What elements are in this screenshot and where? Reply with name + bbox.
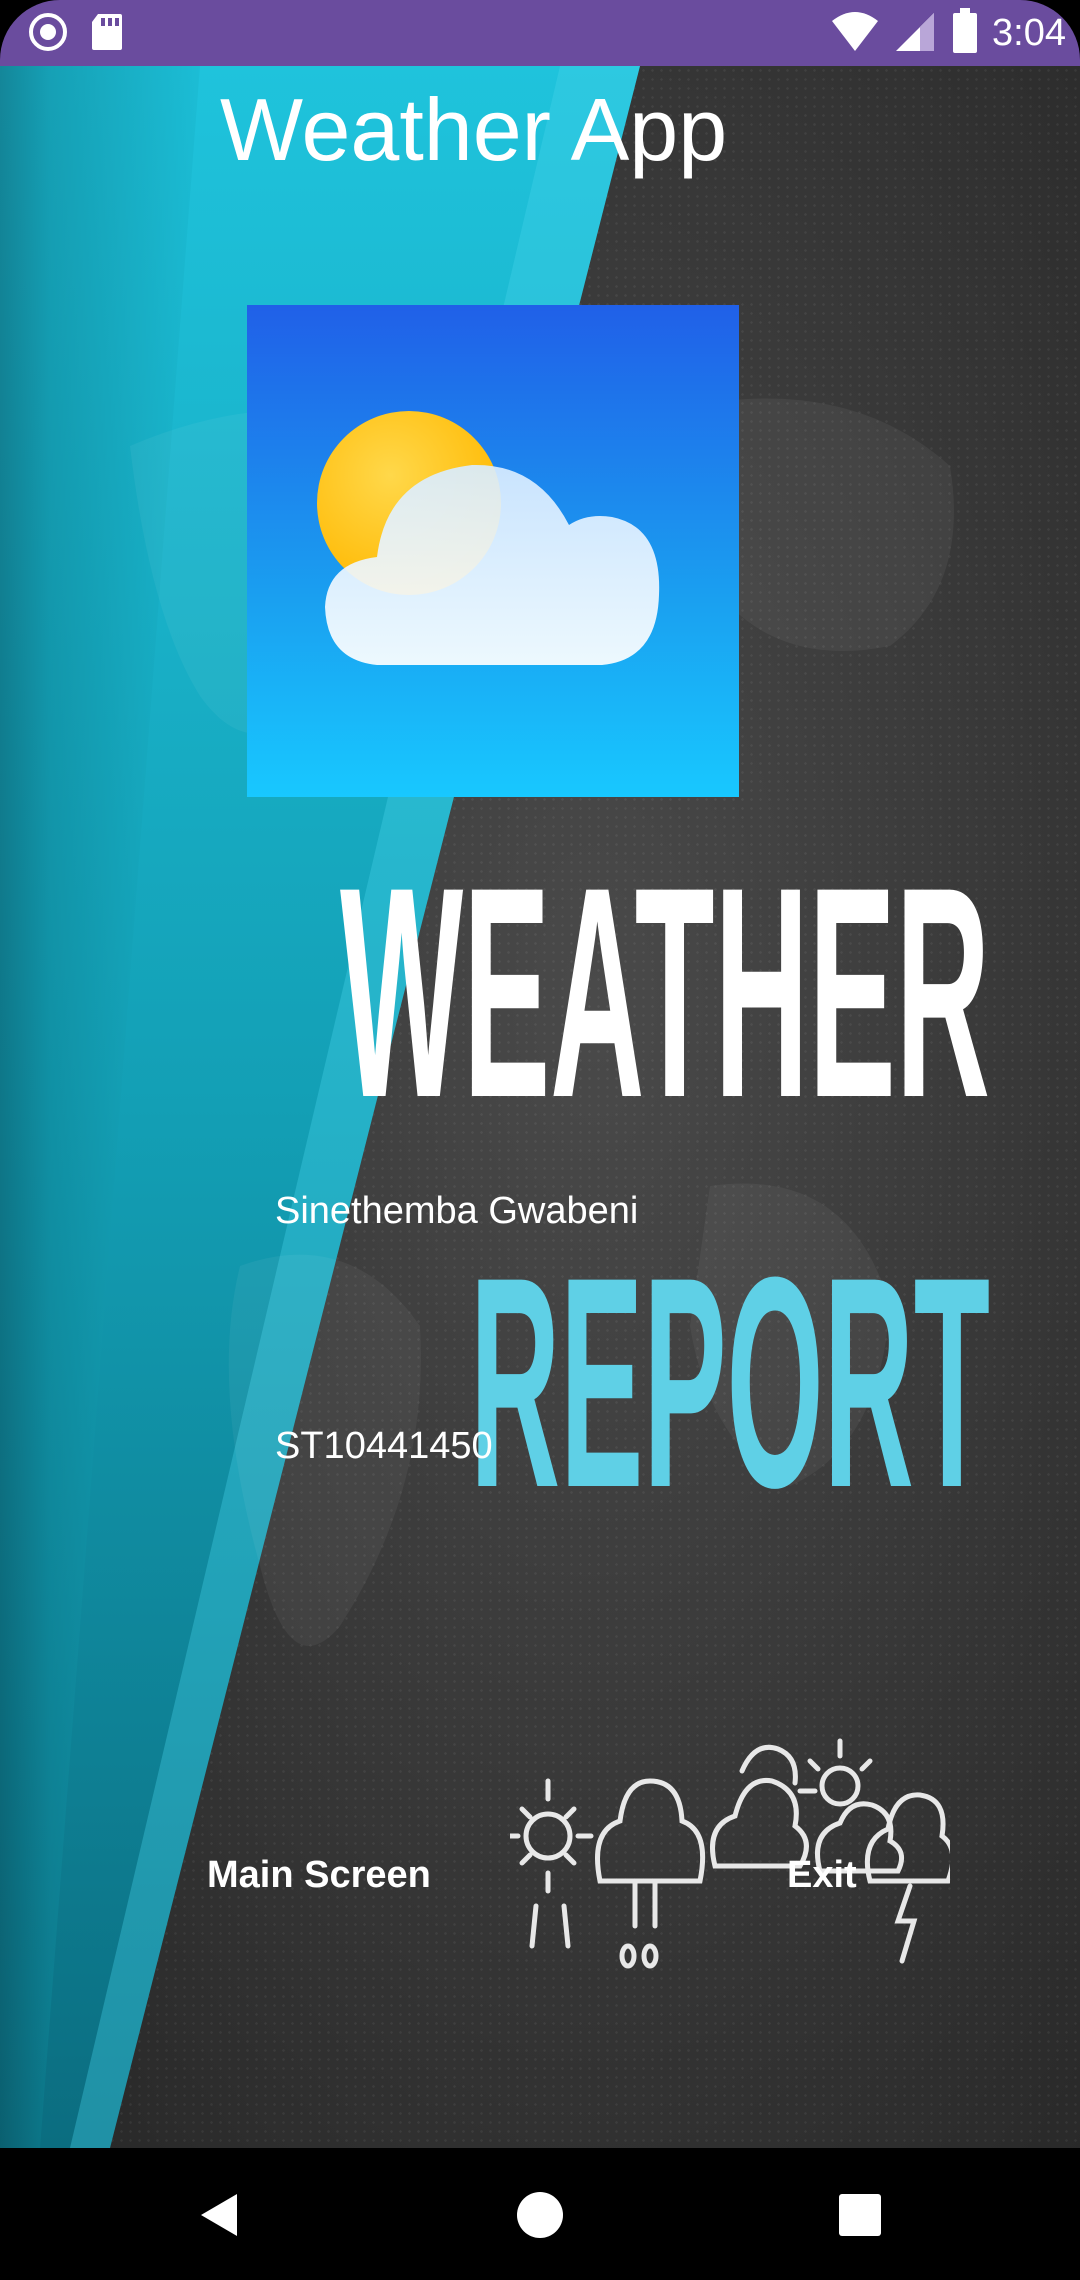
phone-screen: 3:04 WEATHER REPORT Weather App Sinethem… [0, 0, 1080, 2280]
signal-icon [894, 9, 938, 58]
wifi-icon [830, 9, 880, 58]
status-time: 3:04 [992, 12, 1066, 54]
student-name: Sinethemba Gwabeni [275, 1190, 639, 1232]
sun-icon [510, 1778, 594, 1949]
app-title: Weather App [220, 80, 728, 179]
report-wordmark-text: REPORT [470, 1214, 990, 1516]
sd-card-icon [90, 12, 124, 57]
weather-wordmark: WEATHER [340, 824, 990, 1126]
back-icon[interactable] [185, 2180, 255, 2250]
main-screen-button[interactable]: Main Screen [195, 1840, 443, 1910]
recents-icon[interactable] [825, 2180, 895, 2250]
battery-icon [952, 8, 978, 59]
notification-circle-icon [28, 12, 68, 57]
navigation-bar [0, 2148, 1080, 2280]
weather-wordmark-text: WEATHER [340, 824, 990, 1126]
sun-cloud-icon [317, 411, 660, 665]
weather-icons-strip [510, 1738, 950, 1969]
student-id: ST10441450 [275, 1425, 493, 1467]
rain-cloud-icon [595, 1778, 706, 1969]
status-bar: 3:04 [0, 0, 1080, 66]
home-icon[interactable] [505, 2180, 575, 2250]
exit-button[interactable]: Exit [775, 1840, 869, 1910]
weather-logo-image [247, 305, 739, 797]
storm-cloud-icon [864, 1792, 950, 1964]
